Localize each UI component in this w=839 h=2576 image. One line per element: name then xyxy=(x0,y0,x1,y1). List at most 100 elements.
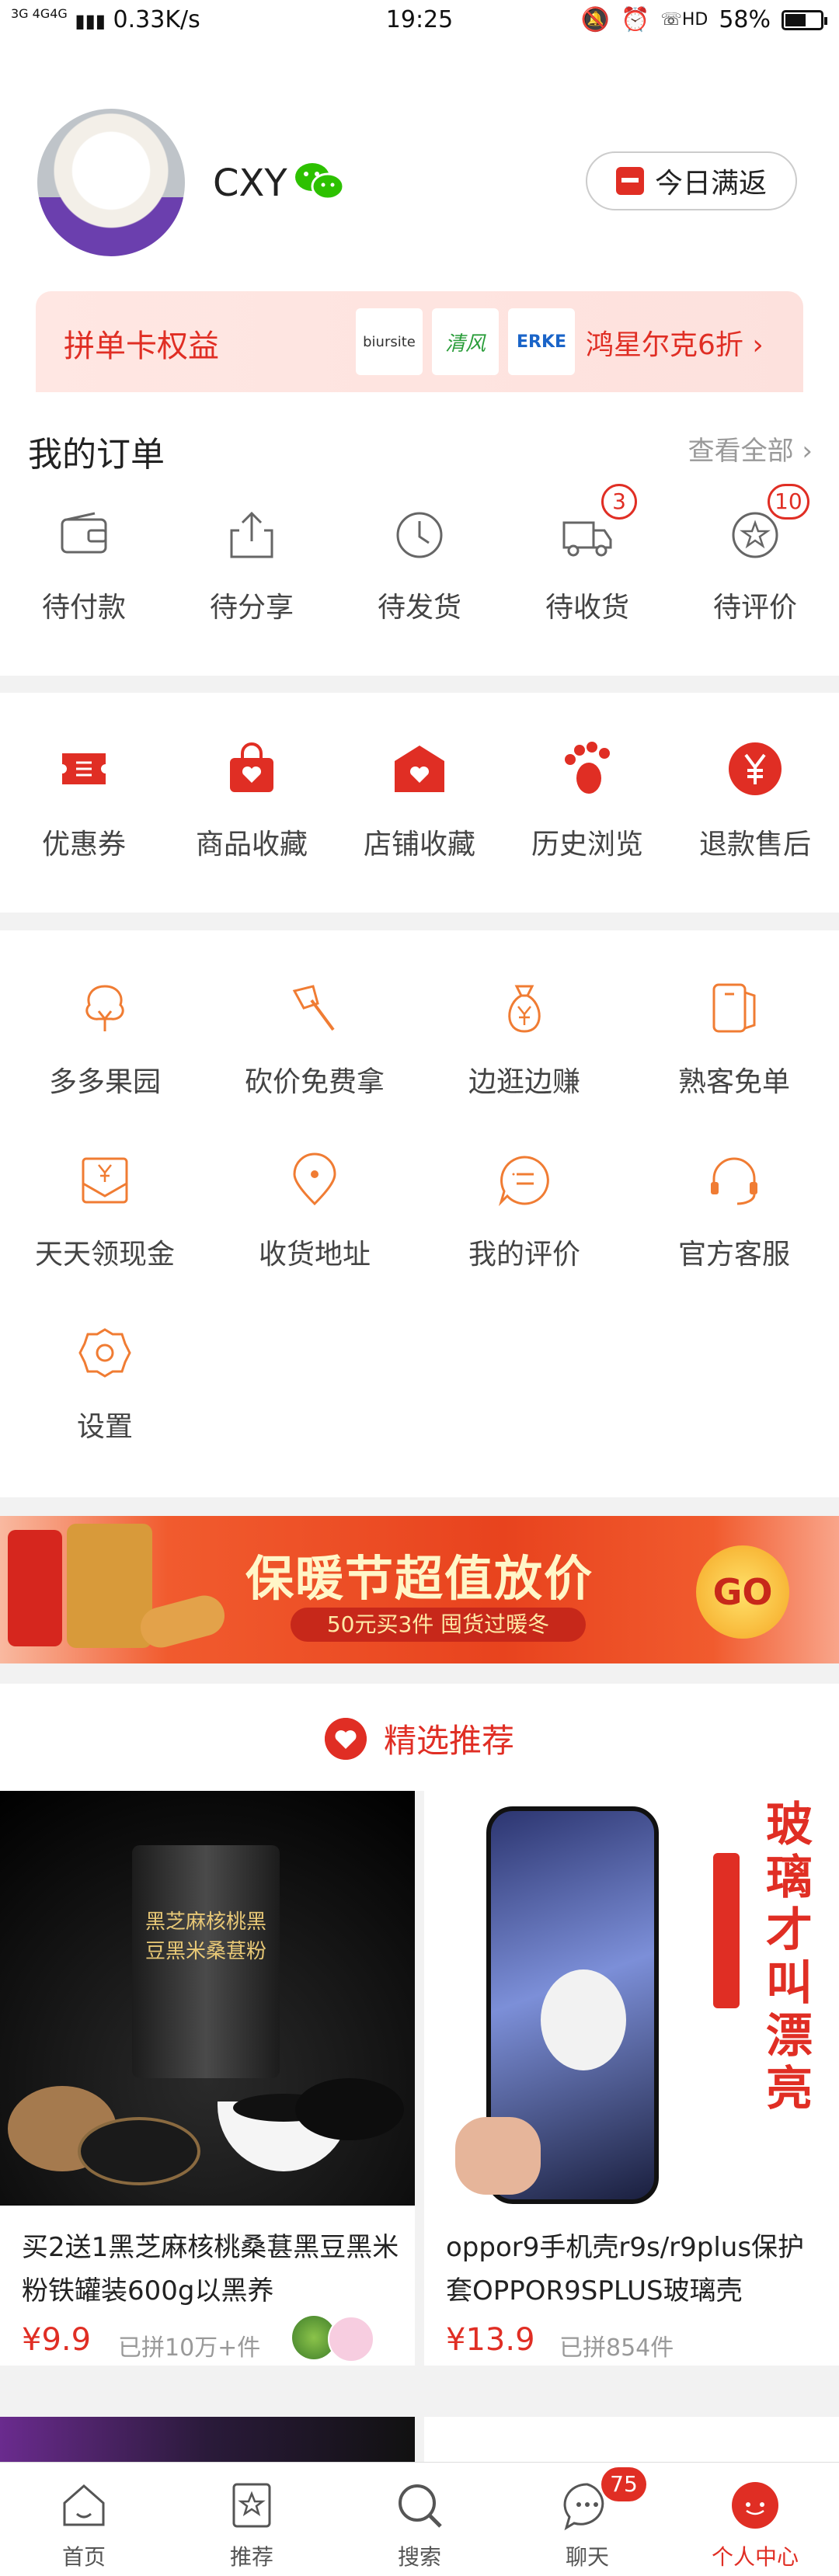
tool-label: 设置 xyxy=(76,1411,133,1443)
comment-icon xyxy=(498,1156,549,1207)
my-reviews-entry[interactable]: 我的评价 xyxy=(420,1152,629,1272)
order-pending-ship[interactable]: 待发货 xyxy=(336,507,503,625)
coupons-entry[interactable]: 优惠券 xyxy=(0,741,168,862)
regular-free-order-entry[interactable]: 熟客免单 xyxy=(629,980,839,1100)
today-rebate-button[interactable]: 今日满返 xyxy=(586,151,797,210)
favorite-goods-entry[interactable]: 商品收藏 xyxy=(168,741,336,862)
review-count-badge: 10 xyxy=(768,484,809,520)
customer-service-entry[interactable]: 官方客服 xyxy=(629,1152,839,1272)
mute-icon: 🔕 xyxy=(580,6,610,33)
view-all-orders-link[interactable]: 查看全部 › xyxy=(688,429,813,468)
tool-label: 我的评价 xyxy=(468,1239,580,1271)
receipt-count-badge: 3 xyxy=(601,484,637,520)
product-image-text: 玻璃才叫漂亮 xyxy=(766,1798,813,2116)
product-card[interactable]: 黑芝麻核桃黑豆黑米桑葚粉 买2送1黑芝麻核桃桑葚黑豆黑米粉铁罐装600g以黑养 … xyxy=(0,1791,415,2366)
tool-label: 天天领现金 xyxy=(34,1239,175,1271)
browse-earn-entry[interactable]: 边逛边赚 xyxy=(420,980,629,1100)
battery-icon xyxy=(782,9,827,30)
quick-label: 商品收藏 xyxy=(195,829,308,860)
tab-home[interactable]: 首页 xyxy=(0,2463,168,2576)
chat-badge: 75 xyxy=(601,2467,646,2501)
truck-icon xyxy=(562,521,612,557)
product-card-partial[interactable] xyxy=(0,2417,415,2463)
axe-icon xyxy=(292,985,335,1031)
call-hd-icon: ☏HD xyxy=(660,10,708,30)
benefit-title: 拼单卡权益 xyxy=(64,329,219,364)
store-heart-icon xyxy=(395,746,444,792)
browse-history-entry[interactable]: 历史浏览 xyxy=(503,741,671,862)
brand-logo-qingfeng: 清风 xyxy=(432,308,499,375)
location-icon xyxy=(293,1152,336,1206)
order-pending-review[interactable]: 10 待评价 xyxy=(671,484,839,625)
cash-envelope-icon xyxy=(82,1157,128,1204)
product-sold-count: 已拼854件 xyxy=(559,2334,674,2362)
tab-profile[interactable]: 个人中心 xyxy=(671,2463,839,2576)
orders-section: 我的订单 查看全部 › 待付款 待分享 待发货 3 待收货 10 待评价 xyxy=(0,392,839,676)
tool-label: 官方客服 xyxy=(677,1239,790,1271)
tab-label: 搜索 xyxy=(397,2544,441,2570)
tree-icon xyxy=(85,985,124,1031)
bag-heart-icon xyxy=(230,742,273,792)
tab-label: 个人中心 xyxy=(711,2544,799,2570)
daily-cash-entry[interactable]: 天天领现金 xyxy=(0,1152,210,1272)
wallet-icon xyxy=(61,512,107,554)
status-bar: 3G 4G4G ▮▮▮ 0.33K/s 19:25 🔕 ⏰ ☏HD 58% xyxy=(0,0,839,47)
order-label: 待分享 xyxy=(209,592,294,624)
product-price: ¥9.9 xyxy=(22,2322,92,2358)
favorite-stores-entry[interactable]: 店铺收藏 xyxy=(336,741,503,862)
refund-service-entry[interactable]: 退款售后 xyxy=(671,741,839,862)
profile-icon xyxy=(732,2482,778,2529)
tool-label: 熟客免单 xyxy=(677,1066,790,1098)
order-pending-payment[interactable]: 待付款 xyxy=(0,507,168,625)
tool-label: 边逛边赚 xyxy=(468,1066,580,1098)
banner-go-button[interactable]: GO xyxy=(696,1545,789,1639)
money-bag-icon xyxy=(508,985,541,1033)
search-icon xyxy=(399,2484,442,2528)
order-label: 待收货 xyxy=(545,592,629,624)
product-sold-count: 已拼10万+件 xyxy=(118,2334,261,2362)
banner-subtitle: 50元买3件 囤货过暖冬 xyxy=(291,1608,586,1642)
recommend-header: 精选推荐 xyxy=(0,1684,839,1791)
bargain-entry[interactable]: 砍价免费拿 xyxy=(210,980,420,1100)
order-label: 待评价 xyxy=(712,592,797,624)
buyer-avatar xyxy=(328,2316,374,2362)
wechat-icon xyxy=(295,163,345,200)
coupon-icon xyxy=(62,753,106,784)
product-name: oppor9手机壳r9s/r9plus保护套OPPOR9SPLUS玻璃壳 xyxy=(446,2232,805,2307)
order-pending-receipt[interactable]: 3 待收货 xyxy=(503,484,671,625)
brand-logo-biursite: biursite xyxy=(356,308,423,375)
brand-logo-erke: ERKE xyxy=(508,308,575,375)
promo-banner[interactable]: 保暖节超值放价 50元买3件 囤货过暖冬 GO xyxy=(0,1516,839,1663)
orders-title: 我的订单 xyxy=(28,435,165,475)
product-price: ¥13.9 xyxy=(446,2322,535,2358)
chevron-right-icon: › xyxy=(802,436,813,467)
avatar[interactable] xyxy=(37,109,185,256)
product-image: 玻璃才叫漂亮 xyxy=(424,1791,839,2206)
tab-recommend[interactable]: 推荐 xyxy=(168,2463,336,2576)
settings-entry[interactable]: 设置 xyxy=(0,1325,210,1444)
tool-label: 多多果园 xyxy=(48,1066,161,1098)
tab-label: 聊天 xyxy=(565,2544,609,2570)
tool-label: 收货地址 xyxy=(258,1239,371,1271)
order-label: 待付款 xyxy=(41,592,126,624)
username: CXY xyxy=(213,162,287,205)
chevron-right-icon: › xyxy=(752,329,764,361)
settings-icon xyxy=(78,1328,131,1378)
quick-label: 退款售后 xyxy=(698,829,811,860)
tab-chat[interactable]: 75 聊天 xyxy=(503,2463,671,2576)
tab-search[interactable]: 搜索 xyxy=(336,2463,503,2576)
orchard-entry[interactable]: 多多果园 xyxy=(0,980,210,1100)
yen-icon xyxy=(729,742,782,795)
tab-label: 首页 xyxy=(61,2544,106,2570)
product-image: 黑芝麻核桃黑豆黑米桑葚粉 xyxy=(0,1791,415,2206)
tools-section: 多多果园 砍价免费拿 边逛边赚 熟客免单 天天领现金 收货地址 我的评价 官方客… xyxy=(0,930,839,1497)
order-pending-share[interactable]: 待分享 xyxy=(168,507,336,625)
tool-label: 砍价免费拿 xyxy=(244,1066,385,1098)
footprint-icon xyxy=(565,742,610,794)
product-card[interactable]: 玻璃才叫漂亮 oppor9手机壳r9s/r9plus保护套OPPOR9SPLUS… xyxy=(424,1791,839,2366)
product-card-partial[interactable] xyxy=(424,2417,839,2463)
group-card-benefits[interactable]: 拼单卡权益 biursite 清风 ERKE 鸿星尔克6折 › xyxy=(36,291,803,392)
address-entry[interactable]: 收货地址 xyxy=(210,1152,420,1272)
quick-label: 优惠券 xyxy=(41,829,126,860)
alarm-icon: ⏰ xyxy=(620,6,650,33)
